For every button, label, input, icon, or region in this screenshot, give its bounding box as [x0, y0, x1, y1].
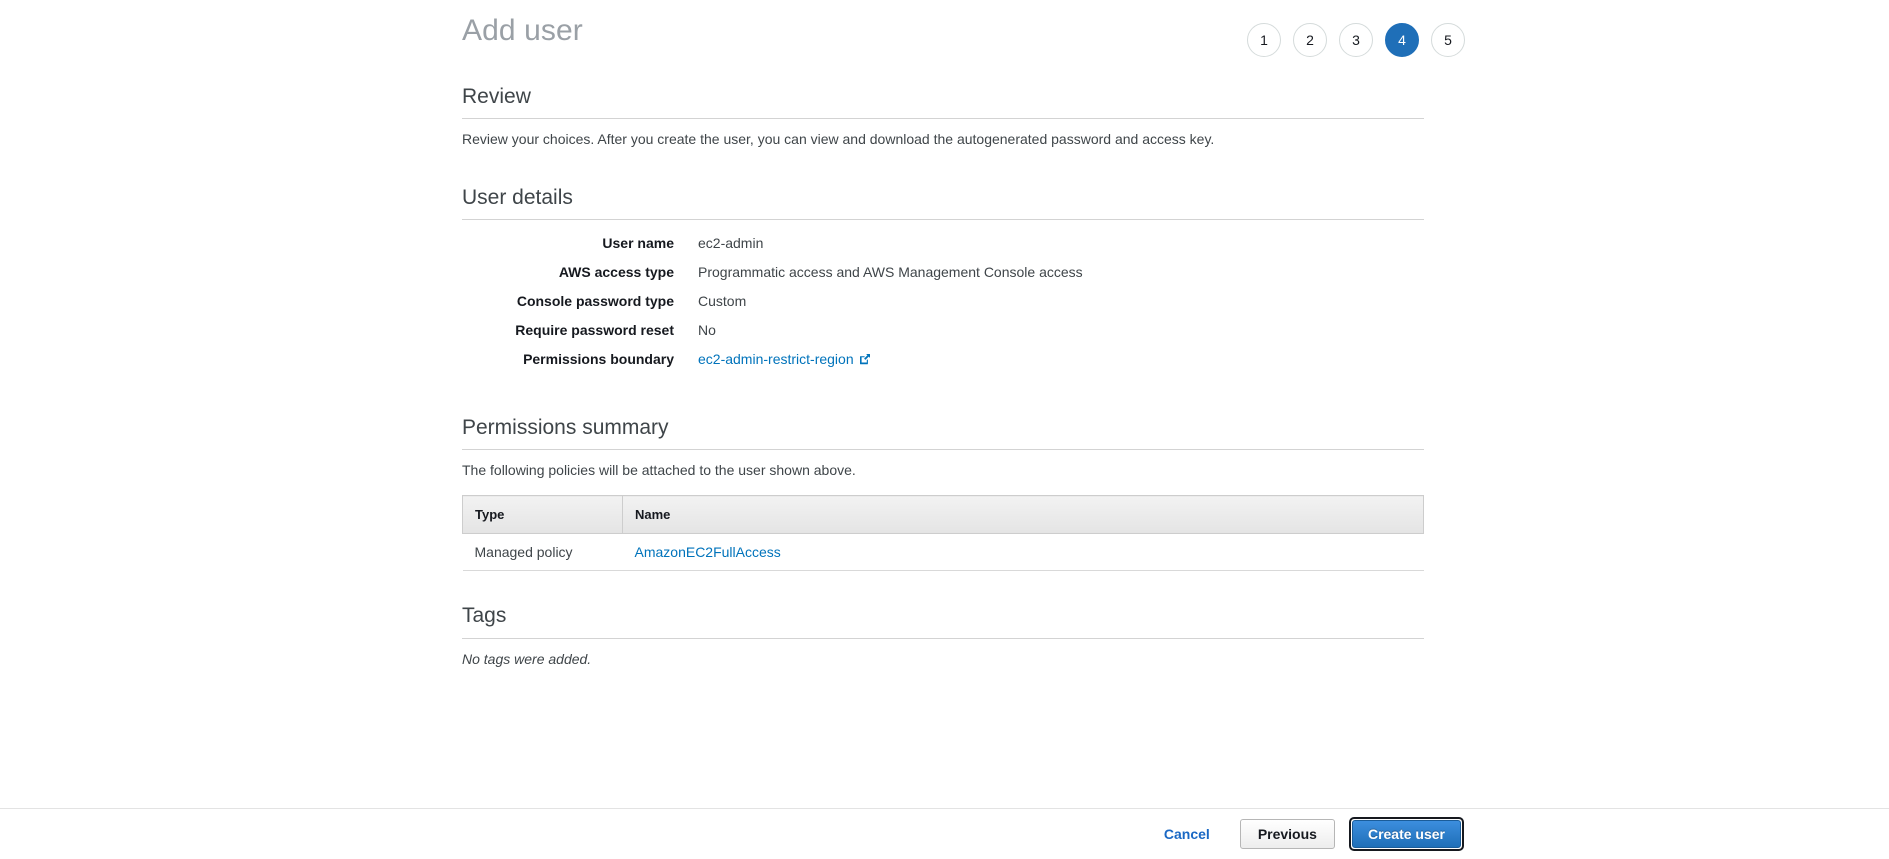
step-indicator-2[interactable]: 2 [1293, 23, 1327, 57]
review-description: Review your choices. After you create th… [462, 131, 1215, 148]
step-indicator-5[interactable]: 5 [1431, 23, 1465, 57]
table-row: Managed policy AmazonEC2FullAccess [462, 533, 1424, 572]
external-link-icon [859, 350, 871, 371]
review-heading: Review [462, 78, 1424, 120]
detail-value: Custom [698, 293, 747, 310]
user-details-heading: User details [462, 179, 1424, 221]
permissions-summary-heading: Permissions summary [462, 409, 1424, 451]
column-header-name: Name [622, 495, 1424, 535]
detail-row-require-password-reset: Require password reset No [462, 320, 1424, 341]
column-header-type: Type [462, 495, 623, 535]
create-user-focus-ring: Create user [1348, 817, 1464, 851]
policies-table-head: Type Name [462, 495, 1424, 535]
detail-row-console-password-type: Console password type Custom [462, 291, 1424, 312]
permissions-boundary-link[interactable]: ec2-admin-restrict-region [698, 351, 854, 367]
review-content: Review Review your choices. After you cr… [462, 78, 1424, 667]
detail-label: Console password type [516, 293, 674, 310]
cancel-button[interactable]: Cancel [1156, 820, 1218, 848]
page-header: Add user 1 2 3 4 5 [0, 0, 1889, 78]
detail-label: Require password reset [515, 322, 674, 339]
policy-name-link[interactable]: AmazonEC2FullAccess [635, 544, 781, 560]
detail-label: User name [602, 235, 674, 252]
cell-policy-name: AmazonEC2FullAccess [622, 533, 1424, 572]
detail-label: Permissions boundary [523, 351, 674, 368]
user-details-list: User name ec2-admin AWS access type Prog… [462, 233, 1424, 371]
detail-row-user-name: User name ec2-admin [462, 233, 1424, 254]
policies-table-body: Managed policy AmazonEC2FullAccess [462, 533, 1424, 572]
cell-policy-type: Managed policy [462, 533, 623, 572]
detail-value: ec2-admin [698, 235, 764, 252]
step-indicator-1[interactable]: 1 [1247, 23, 1281, 57]
detail-value: ec2-admin-restrict-region [698, 349, 871, 371]
create-user-button[interactable]: Create user [1351, 820, 1461, 848]
wizard-footer: Cancel Previous Create user [0, 808, 1889, 859]
detail-value: Programmatic access and AWS Management C… [698, 264, 1083, 281]
table-header-row: Type Name [462, 495, 1424, 535]
detail-value: No [698, 322, 716, 339]
tags-empty-message: No tags were added. [462, 650, 592, 667]
step-indicator-4[interactable]: 4 [1385, 23, 1419, 57]
step-indicator-3[interactable]: 3 [1339, 23, 1373, 57]
policies-table: Type Name Managed policy AmazonEC2FullAc… [462, 495, 1424, 572]
step-indicator: 1 2 3 4 5 [1247, 23, 1465, 57]
previous-button[interactable]: Previous [1239, 819, 1335, 849]
detail-row-aws-access-type: AWS access type Programmatic access and … [462, 262, 1424, 283]
permissions-summary-description: The following policies will be attached … [462, 462, 856, 479]
detail-row-permissions-boundary: Permissions boundary ec2-admin-restrict-… [462, 349, 1424, 371]
tags-heading: Tags [462, 597, 1424, 639]
page-title: Add user [462, 14, 583, 47]
detail-label: AWS access type [558, 264, 674, 281]
